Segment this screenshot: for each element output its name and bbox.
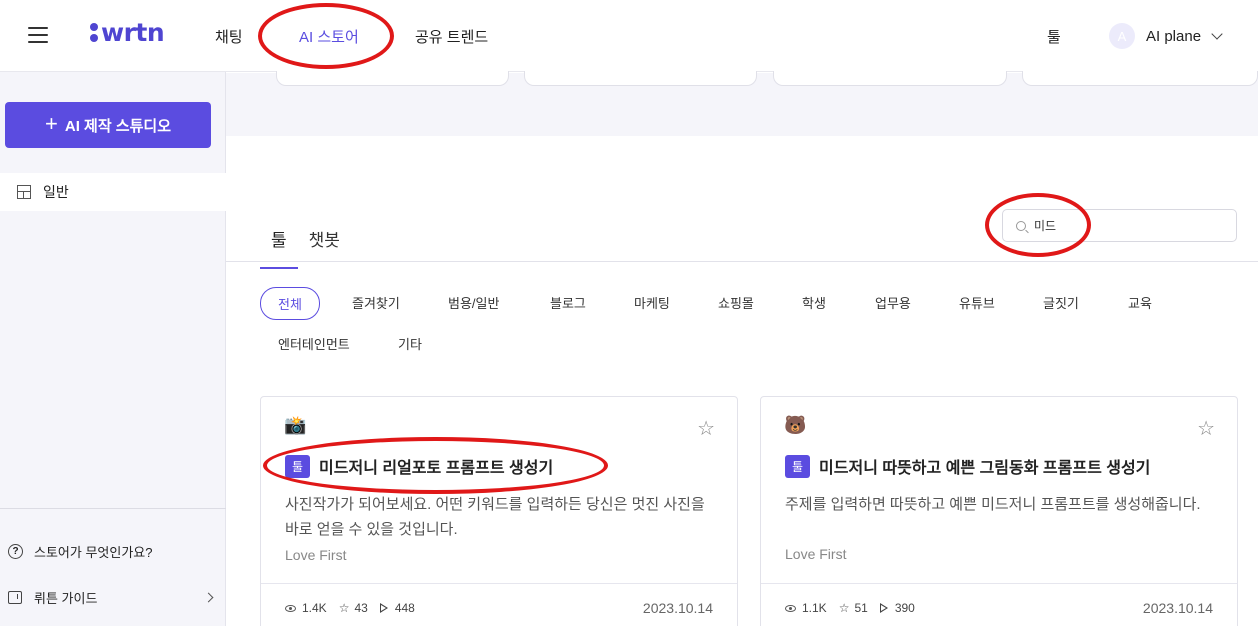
tool-card[interactable]: 🐻 ☆ 툴 미드저니 따뜻하고 예쁜 그림동화 프롬프트 생성기 주제를 입력하…	[760, 396, 1238, 626]
card-description: 주제를 입력하면 따뜻하고 예쁜 미드저니 프롬프트를 생성해줍니다.	[785, 496, 1201, 513]
featured-card[interactable]	[773, 71, 1007, 86]
menu-icon[interactable]	[28, 27, 48, 43]
search-icon	[1016, 220, 1026, 231]
featured-card[interactable]	[276, 71, 509, 86]
category-general[interactable]: 범용/일반	[448, 293, 499, 312]
sidebar-item-general[interactable]: 일반	[0, 173, 226, 211]
star-icon: ☆	[838, 601, 850, 615]
nav-ai-store[interactable]: AI 스토어	[299, 26, 359, 47]
card-divider	[261, 583, 737, 584]
play-count: 390	[894, 601, 915, 615]
nav-shared-trends[interactable]: 공유 트렌드	[415, 26, 488, 47]
featured-strip	[226, 71, 1258, 136]
favorite-star-icon[interactable]: ☆	[697, 416, 715, 441]
logo[interactable]: wrtn	[90, 18, 165, 47]
logo-mark	[90, 23, 98, 42]
play-count: 448	[394, 601, 415, 615]
category-writing[interactable]: 글짓기	[1043, 293, 1079, 312]
featured-card[interactable]	[524, 71, 757, 86]
play-icon	[879, 603, 888, 613]
card-author: Love First	[785, 546, 847, 562]
logo-text: wrtn	[101, 18, 165, 47]
camera-icon: 📸	[284, 415, 307, 435]
tool-menu[interactable]: 툴	[1047, 26, 1061, 47]
category-student[interactable]: 학생	[802, 293, 826, 312]
question-icon: ?	[8, 544, 23, 559]
favorite-star-icon[interactable]: ☆	[1197, 416, 1215, 441]
category-shopping[interactable]: 쇼핑몰	[718, 293, 754, 312]
tab-divider	[226, 261, 1258, 262]
card-description: 사진작가가 되어보세요. 어떤 키워드를 입력하든 당신은 멋진 사진을 바로 …	[285, 496, 705, 538]
card-date: 2023.10.14	[1142, 600, 1213, 616]
sidebar-item-label: 일반	[43, 184, 69, 200]
ai-studio-label: AI 제작 스튜디오	[64, 117, 171, 135]
user-menu[interactable]: A AI plane	[1109, 23, 1223, 49]
view-count: 1.4K	[302, 601, 327, 615]
top-header: wrtn 채팅 AI 스토어 공유 트렌드 툴 A AI plane	[0, 0, 1258, 72]
category-favorites[interactable]: 즐겨찾기	[352, 293, 400, 312]
card-stats: 1.4K ☆ 43 448	[285, 601, 427, 615]
star-count: 43	[354, 601, 368, 615]
play-icon	[379, 603, 388, 613]
eye-icon	[285, 604, 296, 612]
category-blog[interactable]: 블로그	[550, 293, 586, 312]
tab-chatbots[interactable]: 챗봇	[298, 226, 351, 269]
search-input[interactable]: 미드	[1002, 209, 1237, 242]
category-entertainment[interactable]: 엔터테인먼트	[278, 334, 350, 353]
bear-icon: 🐻	[784, 415, 807, 435]
card-divider	[761, 583, 1237, 584]
search-value: 미드	[1034, 219, 1057, 233]
category-business[interactable]: 업무용	[875, 293, 911, 312]
tool-card[interactable]: 📸 ☆ 툴 미드저니 리얼포토 프롬프트 생성기 사진작가가 되어보세요. 어떤…	[260, 396, 738, 626]
category-education[interactable]: 교육	[1128, 293, 1152, 312]
plus-icon: +	[45, 111, 58, 136]
user-name: AI plane	[1146, 27, 1202, 45]
avatar: A	[1109, 23, 1135, 49]
grid-icon	[17, 185, 31, 199]
tool-badge: 툴	[285, 454, 311, 478]
category-etc[interactable]: 기타	[398, 334, 422, 353]
view-count: 1.1K	[802, 601, 827, 615]
chevron-down-icon	[1211, 28, 1223, 40]
content-tabs: 툴 챗봇	[260, 226, 351, 269]
tab-tools[interactable]: 툴	[260, 226, 298, 269]
card-date: 2023.10.14	[642, 600, 713, 616]
ai-studio-button[interactable]: + AI 제작 스튜디오	[5, 102, 211, 148]
category-marketing[interactable]: 마케팅	[634, 293, 670, 312]
sidebar-guide-label: 뤼튼 가이드	[34, 591, 98, 606]
sidebar-help-link[interactable]: ? 스토어가 무엇인가요?	[8, 542, 218, 561]
featured-card[interactable]	[1022, 71, 1258, 86]
nav-chat[interactable]: 채팅	[215, 26, 243, 47]
card-title-row: 툴 미드저니 리얼포토 프롬프트 생성기	[285, 454, 553, 478]
eye-icon	[785, 604, 796, 612]
card-title: 미드저니 따뜻하고 예쁜 그림동화 프롬프트 생성기	[819, 460, 1151, 477]
sidebar-divider	[0, 508, 226, 509]
card-title: 미드저니 리얼포토 프롬프트 생성기	[319, 460, 554, 477]
card-author: Love First	[285, 547, 347, 563]
sidebar: + AI 제작 스튜디오 일반 ? 스토어가 무엇인가요? 뤼튼 가이드	[0, 72, 226, 626]
category-all[interactable]: 전체	[260, 287, 320, 320]
star-icon: ☆	[338, 601, 350, 615]
category-youtube[interactable]: 유튜브	[959, 293, 995, 312]
sidebar-help-label: 스토어가 무엇인가요?	[34, 545, 153, 560]
tool-badge: 툴	[785, 454, 811, 478]
sidebar-guide-link[interactable]: 뤼튼 가이드	[8, 588, 218, 607]
star-count: 51	[854, 601, 868, 615]
card-title-row: 툴 미드저니 따뜻하고 예쁜 그림동화 프롬프트 생성기	[785, 454, 1150, 478]
chevron-right-icon	[203, 592, 214, 603]
card-stats: 1.1K ☆ 51 390	[785, 601, 927, 615]
book-icon	[8, 591, 22, 604]
